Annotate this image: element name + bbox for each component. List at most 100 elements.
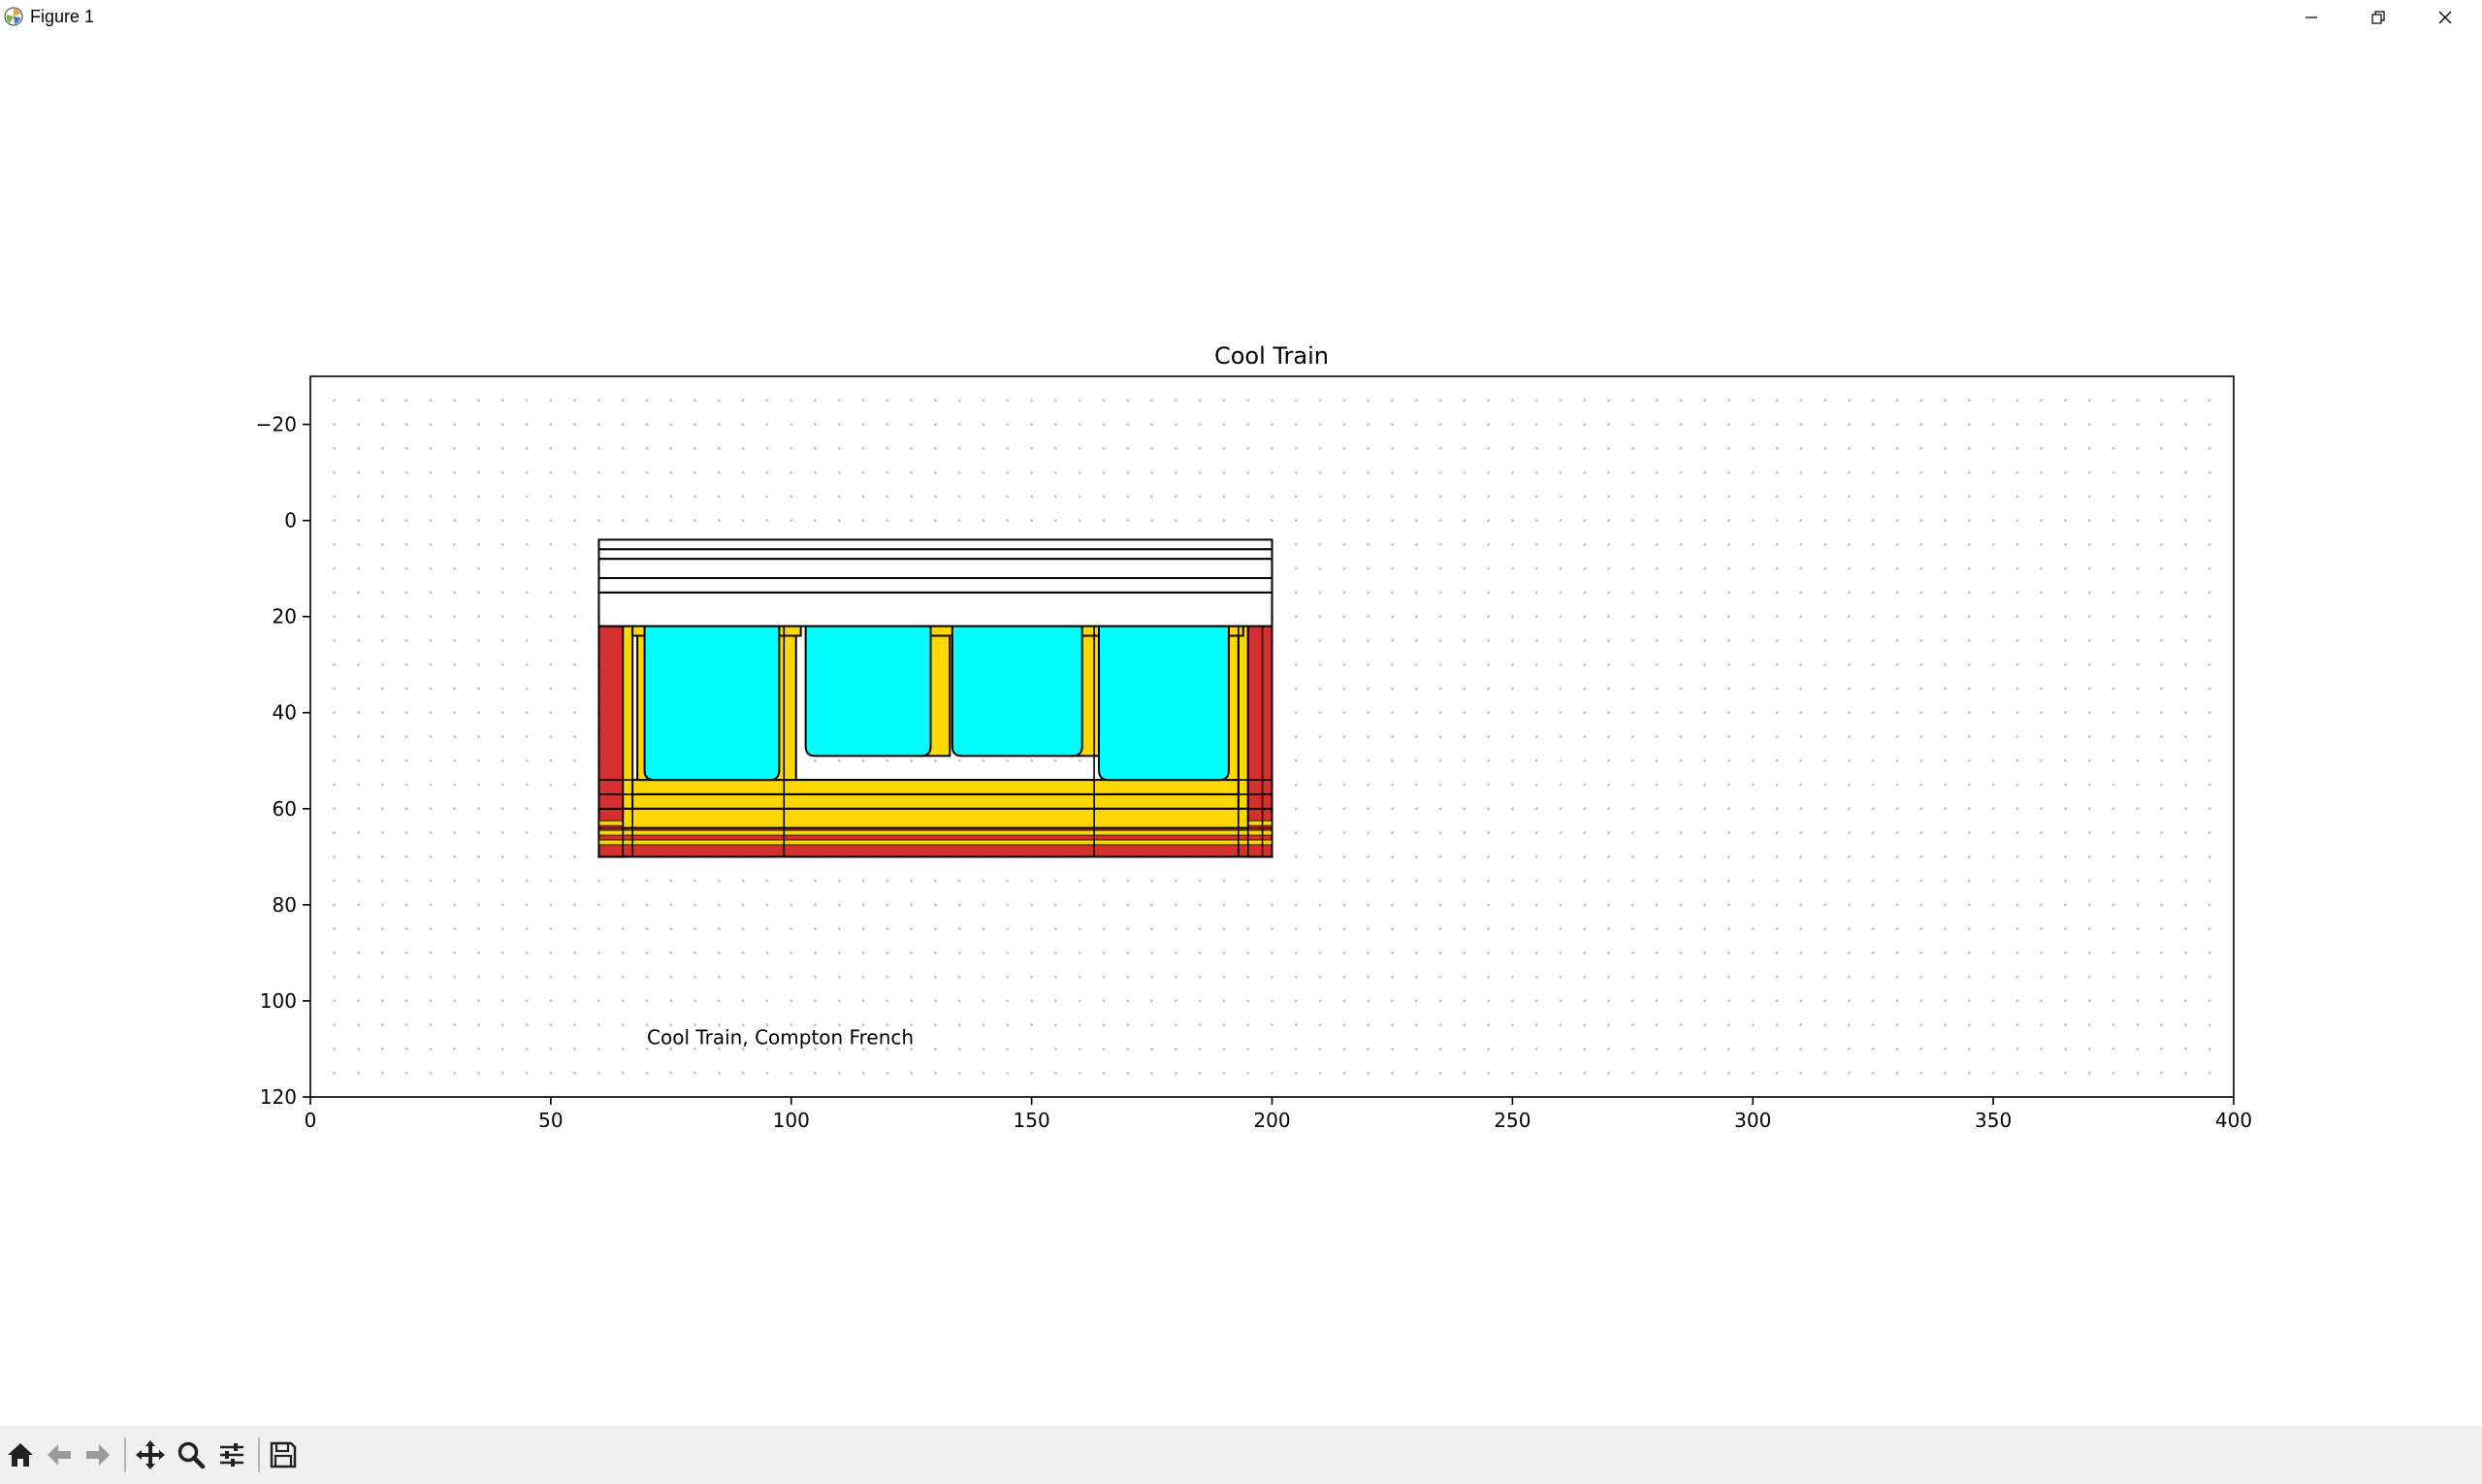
grid-dot <box>982 399 985 403</box>
pan-icon <box>136 1440 165 1469</box>
grid-dot <box>2183 687 2187 691</box>
figure-canvas[interactable]: 0 50 100 150 200 250 300 350 400 −20020406080100… <box>0 35 2482 1426</box>
grid-dot <box>2015 638 2019 642</box>
grid-dot <box>573 591 577 595</box>
grid-dot <box>2063 542 2067 546</box>
grid-dot <box>1679 903 1683 907</box>
grid-dot <box>1342 999 1346 1003</box>
grid-dot <box>1823 615 1827 619</box>
grid-dot <box>2087 662 2091 666</box>
grid-dot <box>333 999 337 1003</box>
grid-dot <box>1895 831 1899 835</box>
grid-dot <box>477 495 481 499</box>
grid-dot <box>380 927 384 931</box>
grid-dot <box>2087 951 2091 954</box>
grid-dot <box>1510 638 1514 642</box>
grid-dot <box>1342 951 1346 954</box>
grid-dot <box>1799 495 1803 499</box>
pan-button[interactable] <box>133 1437 168 1472</box>
grid-dot <box>1367 975 1370 979</box>
grid-dot <box>1944 519 1948 523</box>
grid-dot <box>1534 638 1538 642</box>
grid-dot <box>2040 855 2044 858</box>
grid-dot <box>669 470 673 474</box>
grid-dot <box>2111 495 2115 499</box>
grid-dot <box>1006 519 1010 523</box>
grid-dot <box>2063 783 2067 787</box>
grid-dot <box>1823 446 1827 450</box>
grid-dot <box>1318 1071 1322 1075</box>
home-button[interactable] <box>3 1437 38 1472</box>
grid-dot <box>1607 566 1611 570</box>
grid-dot <box>549 591 553 595</box>
grid-dot <box>861 927 865 931</box>
grid-dot <box>1414 638 1418 642</box>
grid-dot <box>1174 903 1177 907</box>
grid-dot <box>1463 591 1467 595</box>
grid-dot <box>790 495 793 499</box>
grid-dot <box>765 951 769 954</box>
close-button[interactable] <box>2412 0 2478 35</box>
grid-dot <box>1679 399 1683 403</box>
grid-dot <box>380 735 384 738</box>
grid-dot <box>2160 1023 2164 1027</box>
back-button[interactable] <box>42 1437 77 1472</box>
grid-dot <box>957 999 961 1003</box>
grid-dot <box>1102 951 1106 954</box>
grid-dot <box>573 542 577 546</box>
grid-dot <box>1607 879 1611 883</box>
grid-dot <box>2015 1071 2019 1075</box>
grid-dot <box>380 470 384 474</box>
restore-button[interactable] <box>2345 0 2411 35</box>
zoom-button[interactable] <box>174 1437 209 1472</box>
grid-dot <box>500 1047 504 1050</box>
grid-dot <box>453 399 457 403</box>
grid-dot <box>1919 495 1923 499</box>
grid-dot <box>1967 711 1971 715</box>
grid-dot <box>2136 807 2140 811</box>
grid-dot <box>1726 951 1730 954</box>
grid-dot <box>2183 783 2187 787</box>
minimize-button[interactable] <box>2278 0 2344 35</box>
grid-dot <box>1078 951 1081 954</box>
grid-dot <box>1919 1047 1923 1050</box>
grid-dot <box>1775 638 1779 642</box>
grid-dot <box>380 783 384 787</box>
grid-dot <box>500 662 504 666</box>
grid-dot <box>404 735 408 738</box>
grid-dot <box>1463 687 1467 691</box>
grid-dot <box>2087 519 2091 523</box>
grid-dot <box>1342 542 1346 546</box>
grid-dot <box>1294 687 1298 691</box>
grid-dot <box>1847 903 1851 907</box>
grid-dot <box>1607 783 1611 787</box>
grid-dot <box>1655 999 1659 1003</box>
grid-dot <box>1174 495 1177 499</box>
grid-dot <box>1367 591 1370 595</box>
grid-dot <box>2063 831 2067 835</box>
grid-dot <box>1438 807 1442 811</box>
grid-dot <box>2183 615 2187 619</box>
grid-dot <box>1246 399 1250 403</box>
grid-dot <box>429 735 433 738</box>
grid-dot <box>2111 399 2115 403</box>
grid-dot <box>1607 975 1611 979</box>
grid-dot <box>1991 399 1995 403</box>
configure-subplots-button[interactable] <box>214 1437 249 1472</box>
grid-dot <box>1679 519 1683 523</box>
save-button[interactable] <box>266 1437 301 1472</box>
forward-button[interactable] <box>81 1437 115 1472</box>
grid-dot <box>1944 831 1948 835</box>
grid-dot <box>1607 1071 1611 1075</box>
grid-dot <box>717 951 721 954</box>
train-window <box>1098 625 1230 782</box>
grid-dot <box>1871 399 1875 403</box>
grid-dot <box>1607 399 1611 403</box>
grid-dot <box>380 951 384 954</box>
grid-dot <box>477 470 481 474</box>
grid-dot <box>1414 758 1418 762</box>
grid-dot <box>1487 951 1491 954</box>
grid-dot <box>525 399 529 403</box>
grid-dot <box>1294 615 1298 619</box>
grid-dot <box>1006 999 1010 1003</box>
